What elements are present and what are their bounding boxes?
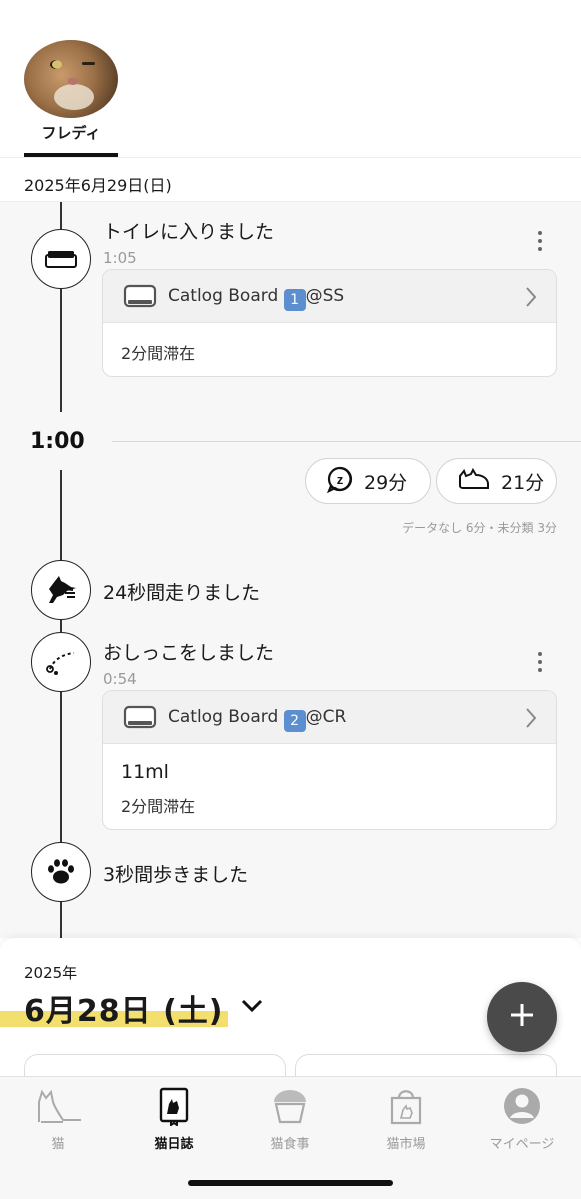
more-options-icon[interactable] [530,229,550,253]
add-record-button[interactable] [487,982,557,1052]
timeline-line [60,289,62,412]
food-bowl-icon [232,1085,348,1127]
device-card-header[interactable]: Catlog Board 1 @SS [103,270,556,323]
timeline-line [60,470,62,560]
paw-icon [31,842,91,902]
rest-summary-pill[interactable]: 21分 [436,458,557,504]
sleep-summary-pill[interactable]: z 29分 [305,458,431,504]
tab-label: 猫食事 [270,1137,310,1152]
current-date-row: 2025年6月29日(日) [0,158,581,202]
event-title: トイレに入りました [103,221,275,243]
tab-cat-market[interactable]: 猫市場 [348,1085,464,1155]
summary-card[interactable] [295,1054,557,1078]
stay-duration: 2分間滞在 [121,797,196,816]
hour-marker: 1:00 [30,429,85,454]
sheet-date[interactable]: 6月28日 (土) [24,986,224,1030]
tab-cat-diary[interactable]: 猫日誌 [116,1085,232,1155]
tab-label: マイページ [489,1137,555,1152]
plus-icon [509,1002,535,1032]
device-number-badge: 2 [283,710,306,732]
selected-cat-indicator [24,153,118,157]
hour-divider [112,441,581,442]
device-card[interactable]: Catlog Board 2 @CR 11ml 2分間滞在 [102,690,557,830]
rest-duration: 21分 [501,471,545,494]
summary-note: データなし 6分・未分類 3分 [402,521,557,535]
tab-label: 猫日誌 [154,1137,194,1152]
home-indicator[interactable] [188,1180,393,1186]
device-label: Catlog Board 2 @CR [168,707,346,732]
timeline-line [60,620,62,632]
chevron-down-icon[interactable] [240,998,264,1018]
tab-label: 猫 [51,1137,65,1152]
shopping-bag-icon [348,1085,464,1127]
tab-my-page[interactable]: マイページ [464,1085,580,1155]
event-time: 1:05 [103,249,137,267]
cat-icon [0,1085,116,1127]
event-title: 3秒間歩きました [103,864,249,886]
cat-diary-icon [116,1085,232,1127]
user-icon [464,1085,580,1127]
sleep-duration: 29分 [364,471,408,494]
device-number-badge: 1 [283,289,306,311]
stay-duration: 2分間滞在 [121,344,196,363]
catlog-board-icon [123,283,157,315]
cat-avatar[interactable] [24,40,118,118]
event-time: 0:54 [103,670,137,688]
urine-volume: 11ml [121,761,169,783]
device-label: Catlog Board 1 @SS [168,286,344,311]
tab-cat[interactable]: 猫 [0,1085,116,1155]
running-cat-icon [31,560,91,620]
cat-selector-fredi[interactable]: フレディ [24,40,118,158]
device-card-header[interactable]: Catlog Board 2 @CR [103,691,556,744]
svg-text:z: z [337,472,344,487]
cat-header: フレディ [0,0,581,158]
chevron-right-icon [524,707,538,733]
catlog-board-icon [123,704,157,736]
timeline-line [60,692,62,842]
resting-cat-icon [457,466,491,496]
chevron-right-icon [524,286,538,312]
tab-cat-food[interactable]: 猫食事 [232,1085,348,1155]
timeline-line [60,202,62,229]
summary-card[interactable] [24,1054,286,1078]
cat-name: フレディ [41,124,101,142]
timeline-line [60,902,62,938]
event-title: おしっこをしました [103,642,275,664]
litter-box-icon [31,229,91,289]
device-card[interactable]: Catlog Board 1 @SS 2分間滞在 [102,269,557,377]
more-options-icon[interactable] [530,650,550,674]
current-date: 2025年6月29日(日) [24,176,172,195]
tab-label: 猫市場 [386,1137,426,1152]
urine-icon [31,632,91,692]
sheet-year: 2025年 [24,964,78,982]
event-title: 24秒間走りました [103,582,261,604]
timeline[interactable]: トイレに入りました 1:05 Catlog Board 1 @SS 2分間滞在 1… [0,202,581,938]
sleep-icon: z [326,465,354,497]
